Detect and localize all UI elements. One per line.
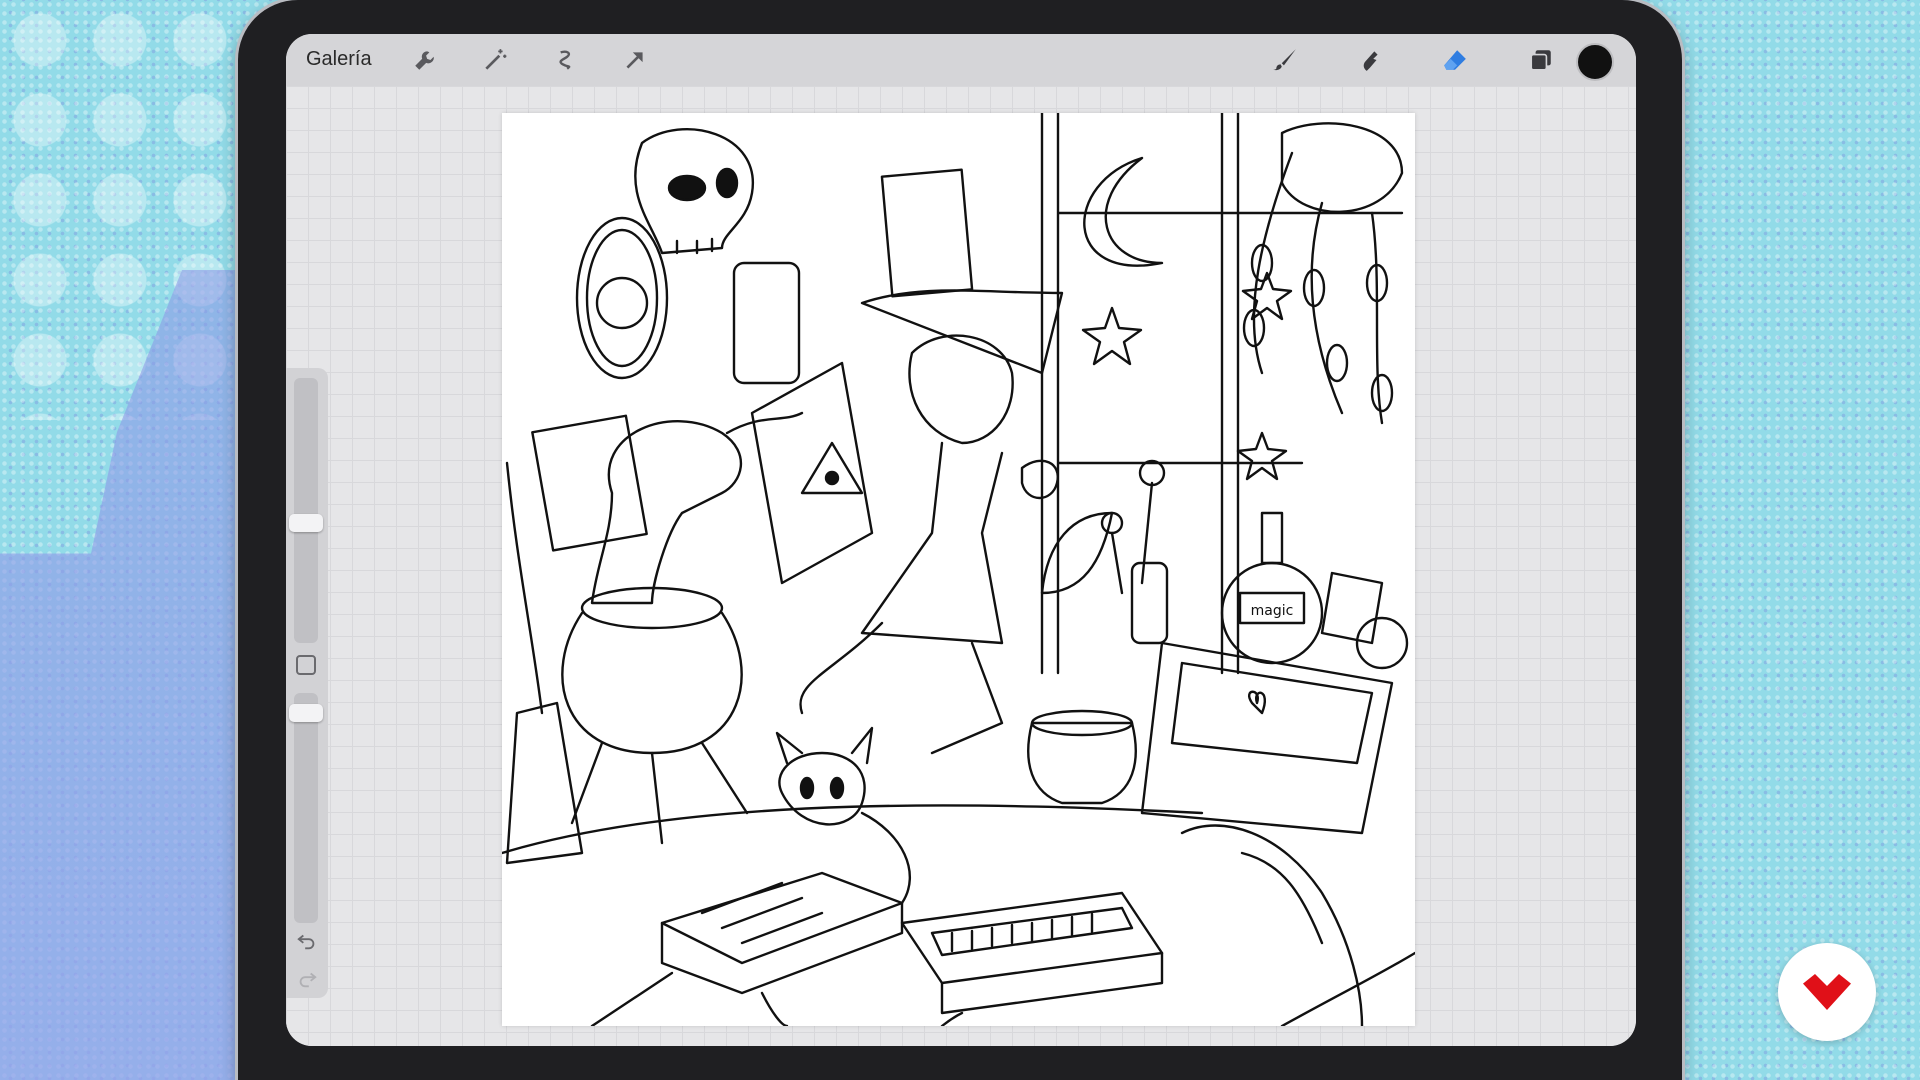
heart-bottle <box>1320 571 1384 645</box>
oval-portrait <box>575 216 669 380</box>
smudge-button[interactable] <box>1351 42 1389 78</box>
star <box>1081 306 1143 366</box>
wrench-icon <box>415 51 434 70</box>
portrait-woman <box>732 261 801 385</box>
layers-button[interactable] <box>1522 42 1560 78</box>
brand-logo-icon <box>1778 943 1876 1041</box>
transform-button[interactable] <box>616 42 654 78</box>
broom-bristles <box>505 701 584 865</box>
brush-icon <box>1273 49 1296 71</box>
witch-legs <box>799 621 1004 755</box>
ghost <box>590 420 742 605</box>
layers-icon <box>1530 50 1551 71</box>
chair <box>1180 824 1364 1028</box>
witch-body <box>860 441 1004 645</box>
modify-square-icon[interactable] <box>296 655 316 675</box>
cauldron <box>561 611 743 755</box>
spell-book <box>750 361 874 585</box>
brush-size-thumb[interactable] <box>289 513 323 532</box>
redo-icon[interactable] <box>294 966 320 992</box>
selection-button[interactable] <box>546 42 584 78</box>
flower <box>1138 459 1166 487</box>
transform-arrow-icon <box>626 52 643 69</box>
eraser-button[interactable] <box>1436 42 1474 78</box>
vase <box>1130 561 1169 645</box>
gallery-button[interactable]: Galería <box>306 48 372 71</box>
cabinet <box>1140 641 1394 835</box>
brush-button[interactable] <box>1266 42 1304 78</box>
magic-label: magic <box>1251 603 1294 619</box>
floor-line <box>500 804 1204 855</box>
opacity-slider[interactable] <box>289 693 323 923</box>
procreate-screen: Galería magic <box>286 34 1636 1046</box>
broom-handle <box>505 461 544 715</box>
color-picker-button[interactable] <box>1576 43 1614 81</box>
smudge-icon <box>1363 51 1378 71</box>
witch-hat <box>860 289 1064 375</box>
portrait-goat <box>880 168 974 298</box>
window-frame <box>1040 111 1404 675</box>
star <box>1236 431 1288 481</box>
selection-icon <box>559 50 571 70</box>
witch-face <box>908 334 1014 445</box>
eraser-icon <box>1444 50 1466 70</box>
left-sidebar <box>286 368 328 998</box>
actions-button[interactable] <box>406 42 444 78</box>
cat-head <box>778 751 866 826</box>
drawing-canvas[interactable]: magic <box>500 111 1417 1028</box>
drum-pad <box>660 871 904 965</box>
magic-wand-icon <box>485 49 507 70</box>
round-bottle <box>1355 616 1409 670</box>
eye-triangle <box>800 441 864 495</box>
top-toolbar: Galería <box>286 34 1636 86</box>
brush-size-slider[interactable] <box>289 378 323 643</box>
undo-icon[interactable] <box>294 928 320 954</box>
opacity-thumb[interactable] <box>289 703 323 722</box>
hanging-pot <box>1280 122 1404 213</box>
line-art-illustration: magic <box>500 111 1417 1028</box>
adjustments-button[interactable] <box>476 42 514 78</box>
mug <box>1020 459 1059 500</box>
